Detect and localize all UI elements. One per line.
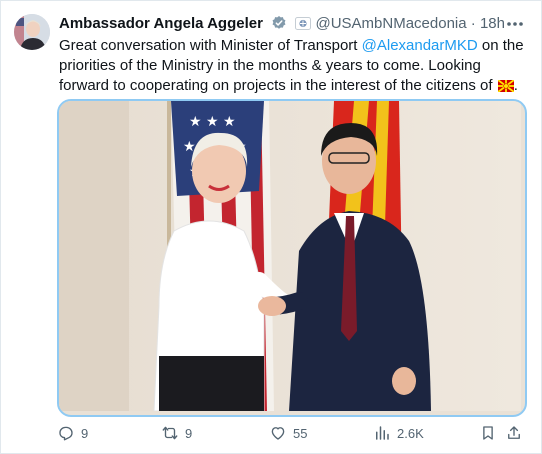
more-horizontal-icon bbox=[507, 22, 523, 26]
mention-link[interactable]: @AlexandarMKD bbox=[362, 37, 478, 54]
avatar[interactable] bbox=[14, 14, 50, 50]
tweet-card[interactable]: Ambassador Angela Aggeler @USAmbNMacedon… bbox=[0, 0, 542, 454]
views-count: 2.6K bbox=[397, 425, 424, 441]
timestamp[interactable]: 18h bbox=[480, 15, 505, 32]
views-chart-icon bbox=[376, 426, 389, 440]
retweet-button[interactable]: 9 bbox=[161, 421, 192, 445]
avatar-image bbox=[14, 14, 50, 50]
reply-count: 9 bbox=[81, 425, 89, 441]
tweet-photo[interactable]: ★ ★ ★ ★ ★ ★ ★ ★ ★ ★ bbox=[57, 99, 527, 417]
tweet-text-start: Great conversation with Minister of Tran… bbox=[59, 37, 362, 54]
svg-text:★ ★ ★: ★ ★ ★ bbox=[189, 114, 236, 130]
photo-handshake-image: ★ ★ ★ ★ ★ ★ ★ ★ ★ ★ bbox=[59, 101, 521, 412]
author-handle[interactable]: @USAmbNMacedonia bbox=[315, 15, 466, 32]
like-button[interactable]: 55 bbox=[269, 421, 307, 445]
bookmark-button[interactable] bbox=[479, 421, 497, 445]
reply-icon bbox=[59, 426, 73, 441]
bookmark-icon bbox=[483, 426, 493, 440]
share-icon bbox=[508, 426, 520, 439]
separator-dot: · bbox=[470, 15, 476, 32]
share-button[interactable] bbox=[505, 421, 523, 445]
like-count: 55 bbox=[293, 425, 308, 441]
retweet-icon bbox=[162, 426, 178, 440]
tweet-text: Great conversation with Minister of Tran… bbox=[59, 36, 529, 96]
retweet-count: 9 bbox=[185, 425, 193, 441]
north-macedonia-flag-icon bbox=[497, 78, 515, 93]
views-button[interactable]: 2.6K bbox=[373, 421, 424, 445]
more-options-button[interactable] bbox=[505, 15, 525, 33]
author-name[interactable]: Ambassador Angela Aggeler bbox=[59, 15, 263, 32]
tweet-actions: 9 9 55 2.6K bbox=[57, 421, 523, 445]
tweet-header: Ambassador Angela Aggeler @USAmbNMacedon… bbox=[59, 14, 525, 34]
heart-icon bbox=[271, 427, 285, 440]
verified-badge-icon bbox=[271, 15, 287, 37]
tweet-text-end: . bbox=[513, 77, 518, 94]
government-affiliation-icon bbox=[295, 16, 312, 30]
reply-button[interactable]: 9 bbox=[57, 421, 88, 445]
